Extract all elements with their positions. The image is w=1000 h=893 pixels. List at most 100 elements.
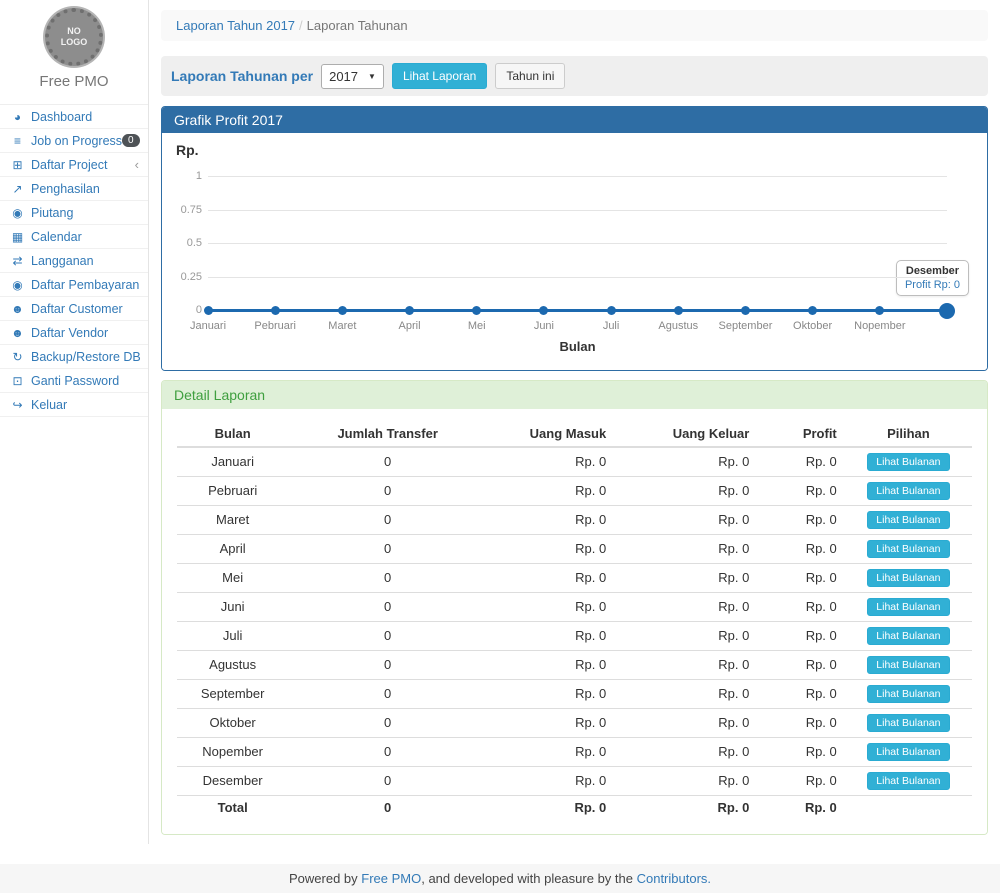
- col-header-pilihan: Pilihan: [845, 421, 972, 447]
- data-point-april: [405, 306, 414, 315]
- lihat-bulanan-button[interactable]: Lihat Bulanan: [867, 482, 949, 500]
- footer-text-middle: , and developed with pleasure by the: [421, 871, 636, 886]
- chart-body: Rp. Bulan Desember Profit Rp: 0 10.750.5…: [162, 133, 987, 370]
- y-axis-title: Rp.: [176, 142, 199, 158]
- money-icon: ◉: [9, 278, 26, 292]
- sidebar-item-job-on-progress[interactable]: ≡Job on Progress0: [0, 129, 148, 153]
- cell-pilihan: Lihat Bulanan: [845, 506, 972, 535]
- y-tick-label: 0.25: [162, 271, 202, 283]
- cell-uang_masuk: Rp. 0: [487, 767, 614, 796]
- lihat-bulanan-button[interactable]: Lihat Bulanan: [867, 540, 949, 558]
- cell-uang_masuk: Rp. 0: [487, 622, 614, 651]
- cell-bulan: September: [177, 680, 288, 709]
- x-tick-pebruari: Pebruari: [243, 320, 307, 332]
- cell-uang_keluar: Rp. 0: [614, 680, 757, 709]
- cell-uang_keluar: Rp. 0: [614, 593, 757, 622]
- cell-profit: Rp. 0: [757, 564, 844, 593]
- table-row-mei: Mei0Rp. 0Rp. 0Rp. 0Lihat Bulanan: [177, 564, 972, 593]
- table-row-april: April0Rp. 0Rp. 0Rp. 0Lihat Bulanan: [177, 535, 972, 564]
- cell-pilihan: Lihat Bulanan: [845, 738, 972, 767]
- cell-bulan: Agustus: [177, 651, 288, 680]
- sign-out-icon: ↪: [9, 398, 26, 412]
- toolbar-label: Laporan Tahunan per: [171, 68, 313, 84]
- lihat-bulanan-button[interactable]: Lihat Bulanan: [867, 656, 949, 674]
- sidebar-item-daftar-vendor[interactable]: ☻ Daftar Vendor: [0, 321, 148, 345]
- cell-pilihan: Lihat Bulanan: [845, 564, 972, 593]
- users-icon: ☻: [9, 326, 26, 340]
- x-tick-mei: Mei: [445, 320, 509, 332]
- lihat-bulanan-button[interactable]: Lihat Bulanan: [867, 569, 949, 587]
- cell-jumlah_transfer: 0: [288, 506, 487, 535]
- cell-profit: Rp. 0: [757, 535, 844, 564]
- count-badge: 0: [122, 134, 140, 147]
- x-tick-oktober: Oktober: [781, 320, 845, 332]
- sidebar-item-dashboard[interactable]: ◕Dashboard: [0, 105, 148, 129]
- cell-jumlah_transfer: 0: [288, 622, 487, 651]
- cell-bulan: Nopember: [177, 738, 288, 767]
- detail-panel-title: Detail Laporan: [162, 381, 987, 409]
- lihat-laporan-button[interactable]: Lihat Laporan: [392, 63, 487, 89]
- sidebar-item-keluar[interactable]: ↪Keluar: [0, 393, 148, 417]
- dashboard-icon: ◕: [9, 110, 26, 124]
- lihat-bulanan-button[interactable]: Lihat Bulanan: [867, 743, 949, 761]
- cell-uang_keluar: Rp. 0: [614, 477, 757, 506]
- cell-bulan: Maret: [177, 506, 288, 535]
- tahun-ini-button[interactable]: Tahun ini: [495, 63, 565, 89]
- lihat-bulanan-button[interactable]: Lihat Bulanan: [867, 685, 949, 703]
- cell-uang_masuk: Rp. 0: [487, 447, 614, 477]
- col-header-uang-masuk: Uang Masuk: [487, 421, 614, 447]
- cell-profit: Rp. 0: [757, 767, 844, 796]
- sidebar-item-label: Ganti Password: [31, 374, 119, 388]
- contributors-link[interactable]: Contributors.: [637, 871, 711, 886]
- sidebar-item-penghasilan[interactable]: ↗Penghasilan: [0, 177, 148, 201]
- retweet-icon: ⇄: [9, 254, 26, 268]
- sidebar-item-langganan[interactable]: ⇄ Langganan: [0, 249, 148, 273]
- lihat-bulanan-button[interactable]: Lihat Bulanan: [867, 598, 949, 616]
- breadcrumb-link-laporan-tahun[interactable]: Laporan Tahun 2017: [176, 18, 295, 33]
- footer-text-prefix: Powered by: [289, 871, 361, 886]
- sidebar-item-backup-restore-db[interactable]: ↻Backup/Restore DB: [0, 345, 148, 369]
- x-tick-maret: Maret: [310, 320, 374, 332]
- sidebar-item-label: Daftar Vendor: [31, 326, 108, 340]
- sidebar-item-label: Langganan: [31, 254, 94, 268]
- lihat-bulanan-button[interactable]: Lihat Bulanan: [867, 714, 949, 732]
- cell-jumlah_transfer: 0: [288, 593, 487, 622]
- calendar-icon: ▦: [9, 230, 26, 244]
- cell-bulan: Mei: [177, 564, 288, 593]
- data-point-september: [741, 306, 750, 315]
- cell-uang_keluar: Rp. 0: [614, 506, 757, 535]
- cell-jumlah_transfer: 0: [288, 709, 487, 738]
- cell-uang_masuk: Rp. 0: [487, 477, 614, 506]
- lihat-bulanan-button[interactable]: Lihat Bulanan: [867, 627, 949, 645]
- chart-panel: Grafik Profit 2017 Rp. Bulan Desember Pr…: [161, 106, 988, 371]
- x-tick-januari: Januari: [176, 320, 240, 332]
- cell-profit: Rp. 0: [757, 622, 844, 651]
- cell-uang_masuk: Rp. 0: [487, 709, 614, 738]
- x-tick-juli: Juli: [579, 320, 643, 332]
- cell-bulan: Oktober: [177, 709, 288, 738]
- table-row-maret: Maret0Rp. 0Rp. 0Rp. 0Lihat Bulanan: [177, 506, 972, 535]
- table-row-pebruari: Pebruari0Rp. 0Rp. 0Rp. 0Lihat Bulanan: [177, 477, 972, 506]
- free-pmo-link[interactable]: Free PMO: [361, 871, 421, 886]
- cell-bulan: Januari: [177, 447, 288, 477]
- sidebar-item-daftar-customer[interactable]: ☻Daftar Customer: [0, 297, 148, 321]
- line-chart-icon: ↗: [9, 182, 26, 196]
- data-point-nopember: [875, 306, 884, 315]
- lihat-bulanan-button[interactable]: Lihat Bulanan: [867, 453, 949, 471]
- cell-profit: Rp. 0: [757, 651, 844, 680]
- sidebar-item-calendar[interactable]: ▦Calendar: [0, 225, 148, 249]
- year-select-value: 2017: [329, 69, 358, 84]
- data-point-agustus: [674, 306, 683, 315]
- year-select[interactable]: 2017 ▼: [321, 64, 384, 89]
- lihat-bulanan-button[interactable]: Lihat Bulanan: [867, 511, 949, 529]
- cell-bulan: Pebruari: [177, 477, 288, 506]
- refresh-icon: ↻: [9, 350, 26, 364]
- sidebar-item-piutang[interactable]: ◉Piutang: [0, 201, 148, 225]
- sidebar-item-label: Piutang: [31, 206, 73, 220]
- data-point-januari: [204, 306, 213, 315]
- sidebar-item-ganti-password[interactable]: ⊡Ganti Password: [0, 369, 148, 393]
- tooltip-title: Desember: [905, 265, 960, 277]
- sidebar-item-daftar-project[interactable]: ⊞Daftar Project‹: [0, 153, 148, 177]
- sidebar-item-daftar-pembayaran[interactable]: ◉Daftar Pembayaran: [0, 273, 148, 297]
- lihat-bulanan-button[interactable]: Lihat Bulanan: [867, 772, 949, 790]
